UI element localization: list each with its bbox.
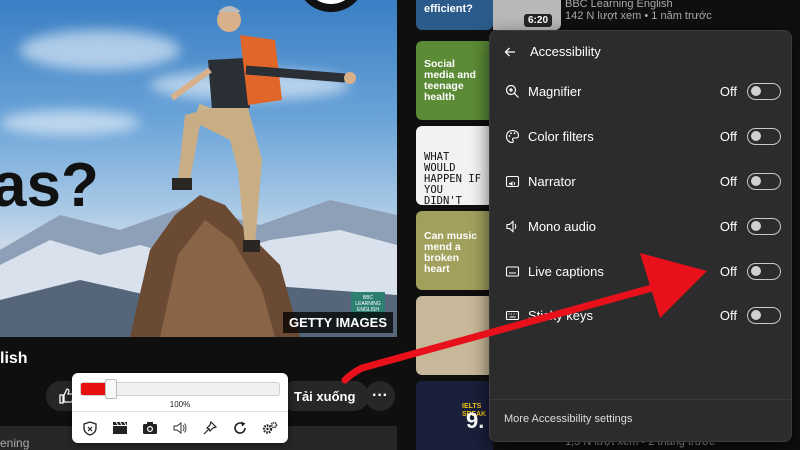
setting-state: Off [719,128,737,144]
toggle-knob [751,310,761,320]
camera-icon[interactable] [140,419,160,437]
refresh-icon[interactable] [230,419,250,437]
setting-state: Off [719,263,737,279]
setting-state: Off [719,83,737,99]
thumbnail-text: Social media and teenage health [424,58,476,103]
video-overlay-text: as? [0,151,99,220]
toggle-knob [751,266,761,276]
description-text: ening [0,436,30,450]
video-title: lish [0,350,28,367]
thumbnail-text: efficient? [424,3,473,15]
divider [72,411,288,412]
setting-label: Sticky keys [528,307,594,323]
speaker-icon[interactable] [170,419,190,437]
channel-name: BBC Learning English [565,0,673,10]
accessibility-flyout: Accessibility Magnifier Off Color filter… [489,30,792,442]
zoom-slider[interactable] [80,379,280,399]
toggle-knob [751,131,761,141]
video-meta: 142 N lượt xem • 1 năm trước [565,10,712,22]
live-captions-toggle[interactable] [747,262,781,280]
recommended-thumbnail[interactable]: WHAT WOULD HAPPEN IF YOU DIDN'T DRINK [416,126,493,205]
zoom-slider-thumb[interactable] [105,379,117,399]
pin-icon[interactable] [200,419,220,437]
clapper-icon[interactable] [110,419,130,437]
palette-icon [502,126,522,146]
color-filters-toggle[interactable] [747,127,781,145]
zoom-slider-fill [81,383,107,395]
bbc-badge-text: BBC LEARNING ENGLISH [355,295,381,313]
setting-label: Mono audio [528,218,596,234]
toggle-knob [751,176,761,186]
getty-watermark: GETTY IMAGES [283,312,393,333]
more-options-button[interactable]: ··· [365,381,395,411]
setting-row-live-captions[interactable]: Live captions Off [502,260,781,282]
keyboard-icon [502,305,522,325]
zoom-toolbar [80,419,280,437]
magnifier-icon [502,81,522,101]
sticky-keys-toggle[interactable] [747,306,781,324]
setting-state: Off [719,218,737,234]
recommended-thumbnail[interactable] [416,296,493,375]
more-accessibility-settings-link[interactable]: More Accessibility settings [504,413,632,425]
setting-row-color-filters[interactable]: Color filters Off [502,125,781,147]
back-arrow-icon[interactable] [504,46,516,58]
recommended-thumbnail[interactable]: efficient? [416,0,493,30]
gears-icon[interactable] [260,419,280,437]
setting-label: Live captions [528,263,604,279]
magnifier-toggle[interactable] [747,82,781,100]
flyout-title: Accessibility [530,44,601,59]
flyout-header: Accessibility [504,44,601,59]
setting-state: Off [719,307,737,323]
mono-audio-toggle[interactable] [747,217,781,235]
shield-icon[interactable] [80,419,100,437]
speaker-icon [502,216,522,236]
setting-label: Color filters [528,128,594,144]
toggle-knob [751,221,761,231]
narrator-icon [502,171,522,191]
setting-row-sticky-keys[interactable]: Sticky keys Off [502,304,781,326]
recommended-thumbnail[interactable]: Social media and teenage health [416,41,493,120]
thumbnail-text: Can music mend a broken heart [424,230,478,275]
setting-state: Off [719,173,737,189]
thumbnail-duration: 9. [466,408,485,433]
zoom-percent-label: 100% [169,400,191,409]
toggle-knob [751,86,761,96]
setting-label: Magnifier [528,83,582,99]
narrator-toggle[interactable] [747,172,781,190]
video-player[interactable]: as? BBC LEARNING ENGLISH GETTY IMAGES [0,0,397,337]
setting-row-narrator[interactable]: Narrator Off [502,170,781,192]
video-duration: 6:20 [524,14,553,27]
zoom-widget: 100% [72,373,288,443]
download-button[interactable]: Tải xuống [280,381,370,411]
setting-label: Narrator [528,173,576,189]
setting-row-mono-audio[interactable]: Mono audio Off [502,215,781,237]
thumbnail-text: WHAT WOULD HAPPEN IF YOU DIDN'T DRINK [424,151,481,206]
recommended-thumbnail[interactable]: IELTS SPEAK 9. [416,381,493,450]
divider [490,399,791,400]
setting-row-magnifier[interactable]: Magnifier Off [502,80,781,102]
captions-icon [502,261,522,281]
recommended-thumbnail[interactable]: Can music mend a broken heart [416,211,493,290]
